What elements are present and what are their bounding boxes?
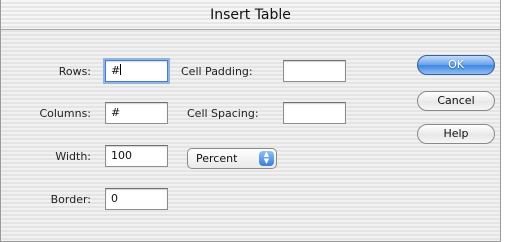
rows-input[interactable]: # <box>105 60 168 82</box>
width-label: Width: <box>55 150 91 163</box>
width-unit-popup[interactable]: Percent ▲ ▼ <box>187 148 277 169</box>
text-caret <box>120 64 122 75</box>
border-input[interactable]: 0 <box>105 188 168 210</box>
ok-button[interactable]: OK <box>417 55 495 75</box>
width-input[interactable]: 100 <box>105 145 168 167</box>
cell-padding-input[interactable] <box>283 60 346 82</box>
rows-value: # <box>111 64 121 77</box>
columns-label: Columns: <box>39 107 91 120</box>
help-button[interactable]: Help <box>417 124 495 144</box>
cell-padding-label: Cell Padding: <box>181 65 253 78</box>
insert-table-dialog: Insert Table Rows: # Columns: # Width: 1… <box>0 0 501 242</box>
rows-label: Rows: <box>58 65 91 78</box>
cell-spacing-label: Cell Spacing: <box>187 107 259 120</box>
cell-spacing-input[interactable] <box>283 102 346 124</box>
cancel-button[interactable]: Cancel <box>417 91 495 111</box>
title-bar[interactable]: Insert Table <box>1 0 500 30</box>
up-down-arrows-icon: ▲ ▼ <box>259 151 274 166</box>
dialog-title: Insert Table <box>210 7 291 23</box>
columns-input[interactable]: # <box>105 102 168 124</box>
border-label: Border: <box>50 193 91 206</box>
width-unit-value: Percent <box>196 152 238 165</box>
